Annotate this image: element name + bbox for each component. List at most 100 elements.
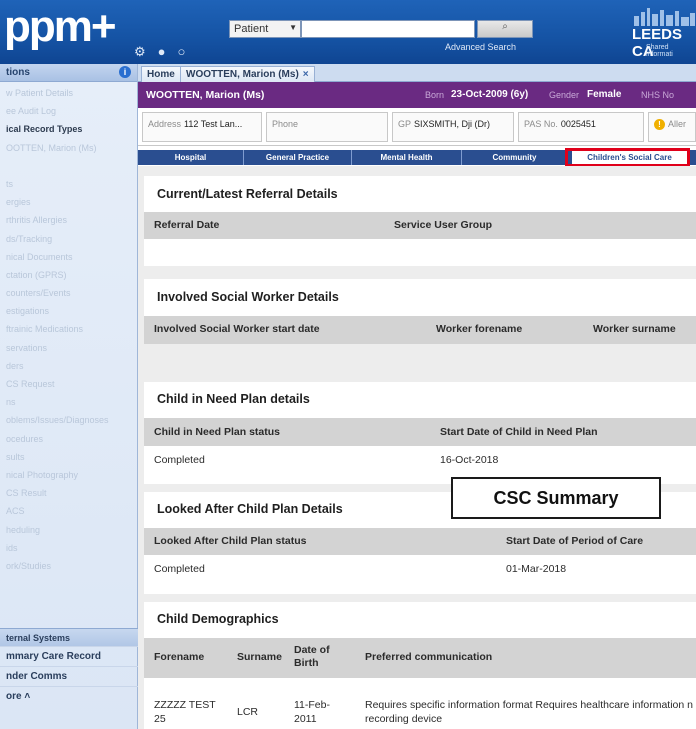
nhs-label: NHS No (641, 90, 675, 100)
gp-value: SIXSMITH, Dji (Dr) (414, 119, 491, 129)
refresh-icon[interactable]: ○ (178, 44, 186, 60)
cin-status-header: Child in Need Plan status (154, 426, 281, 438)
sidebar-item[interactable]: ork/Studies (0, 557, 137, 575)
sidebar-item-label: rthritis Allergies (6, 215, 68, 226)
sidebar-item[interactable]: estigations (0, 302, 137, 320)
alert-field[interactable]: ! Aller (648, 112, 696, 142)
demographics-title: Child Demographics (157, 612, 279, 626)
summary-care-record-link[interactable]: mmary Care Record (0, 646, 138, 666)
sidebar-item-label: nical Photography (6, 469, 79, 480)
lac-header-row: Looked After Child Plan status Start Dat… (144, 528, 696, 555)
warning-icon: ! (654, 119, 665, 130)
sidebar-item[interactable]: ids (0, 539, 137, 557)
sidebar-item[interactable]: ocedures (0, 430, 137, 448)
sidebar-item[interactable]: ACS (0, 502, 137, 520)
sidebar-item[interactable]: ftrainic Medications (0, 320, 137, 338)
search-button[interactable]: ⌕ (477, 20, 533, 38)
sidebar-item[interactable]: ctation (GPRS) (0, 266, 137, 284)
patient-name: WOOTTEN, Marion (Ms) (146, 89, 265, 101)
chevron-up-icon: ˄ (24, 691, 31, 702)
more-link-label: ore (6, 691, 22, 702)
user-icon[interactable]: ● (158, 44, 166, 60)
sidebar-item[interactable]: ns (0, 393, 137, 411)
close-icon[interactable]: × (303, 69, 309, 80)
service-user-group-header: Service User Group (394, 219, 493, 231)
sidebar-list: w Patient Details ee Audit Log ical Record… (0, 82, 137, 575)
lac-status-value: Completed (154, 563, 205, 575)
sidebar-item[interactable]: servations (0, 339, 137, 357)
sidebar-item[interactable]: w Patient Details (0, 84, 137, 102)
sidebar-item[interactable]: ds/Tracking (0, 230, 137, 248)
tab-general-practice[interactable]: General Practice (244, 150, 352, 165)
sidebar-item-label: ocedures (6, 433, 44, 444)
cin-status-value: Completed (154, 454, 205, 466)
sidebar-item-label: counters/Events (6, 288, 71, 299)
sidebar-item-label: sults (6, 451, 25, 462)
dob-header: Date of Birth (294, 644, 330, 669)
preferred-communication-value: Requires specific information format Req… (365, 699, 693, 725)
lac-status-header: Looked After Child Plan status (154, 535, 307, 547)
sidebar-item[interactable]: sults (0, 448, 137, 466)
cin-header-row: Child in Need Plan status Start Date of … (144, 418, 696, 446)
city-skyline-logo (634, 8, 695, 26)
referral-header-row: Referral Date Service User Group (144, 212, 696, 239)
sidebar-item[interactable]: nical Documents (0, 248, 137, 266)
pas-field: PAS No. 0025451 (518, 112, 644, 142)
demographics-header-row: Forename Surname Date of Birth Preferred… (144, 638, 696, 678)
sidebar-item-label: ns (6, 397, 16, 408)
sidebar-item-label: ftrainic Medications (6, 324, 84, 335)
sidebar-item[interactable]: ts (0, 175, 137, 193)
sidebar-item[interactable]: oblems/Issues/Diagnoses (0, 411, 137, 429)
settings-icon[interactable]: ⚙ (134, 44, 146, 60)
sidebar-item[interactable]: heduling (0, 521, 137, 539)
sidebar-item-label: nical Documents (6, 251, 73, 262)
sidebar-title-label: tions (6, 67, 30, 78)
sidebar-item[interactable]: ergies (0, 193, 137, 211)
tab-patient[interactable]: WOOTTEN, Marion (Ms) × (180, 66, 315, 82)
order-comms-link[interactable]: nder Comms (0, 666, 138, 686)
sidebar-item[interactable]: CS Request (0, 375, 137, 393)
sidebar-item[interactable]: ical Record Types (0, 120, 137, 138)
sidebar-item[interactable]: OOTTEN, Marion (Ms) (0, 139, 137, 157)
search-category-select[interactable]: Patient ▼ (229, 20, 301, 38)
advanced-search-link[interactable]: Advanced Search (445, 42, 516, 52)
sidebar-item-label: CS Request (6, 379, 55, 389)
address-value: 112 Test Lan... (184, 119, 243, 129)
sidebar-item[interactable] (0, 157, 137, 175)
tab-community[interactable]: Community (462, 150, 568, 165)
search-icon: ⌕ (502, 21, 508, 32)
info-icon[interactable]: i (119, 66, 131, 78)
tab-mental-health[interactable]: Mental Health (352, 150, 462, 165)
sidebar-item-label: ders (6, 360, 24, 371)
sidebar-item[interactable]: CS Result (0, 484, 137, 502)
org-subtitle: Shared informati (646, 44, 673, 58)
dob-value: 11-Feb-2011 (294, 699, 330, 725)
cin-title: Child in Need Plan details (157, 392, 310, 406)
sidebar-bottom: ternal Systems mmary Care Record nder Co… (0, 628, 138, 706)
tab-bar: Home WOOTTEN, Marion (Ms) × (138, 64, 696, 82)
chevron-down-icon: ▼ (289, 23, 297, 32)
sidebar-item[interactable]: ee Audit Log (0, 102, 137, 120)
sidebar-item-label: ork/Studies (6, 560, 52, 571)
gp-field: GP SIXSMITH, Dji (Dr) (392, 112, 514, 142)
social-worker-title: Involved Social Worker Details (157, 290, 339, 304)
patient-details: Address 112 Test Lan... Phone GP SIXSMITH,… (138, 108, 696, 146)
social-worker-header-row: Involved Social Worker start date Worker… (144, 316, 696, 344)
sidebar-item[interactable]: nical Photography (0, 466, 137, 484)
tab-hospital[interactable]: Hospital (138, 150, 244, 165)
csc-summary-callout: CSC Summary (451, 477, 661, 519)
sidebar-item-label: CS Result (6, 488, 47, 499)
sidebar-item[interactable]: counters/Events (0, 284, 137, 302)
forename-value: ZZZZZ TEST 25 (154, 699, 216, 725)
tab-home[interactable]: Home (141, 66, 181, 82)
phone-field: Phone (266, 112, 388, 142)
active-tab-highlight (565, 148, 690, 167)
lac-title: Looked After Child Plan Details (157, 502, 343, 516)
sidebar-item[interactable]: ders (0, 357, 137, 375)
sidebar-item-label: ee Audit Log (6, 106, 57, 117)
search-input[interactable] (301, 20, 475, 38)
more-link[interactable]: ore ˄ (0, 686, 138, 706)
sidebar-item[interactable]: rthritis Allergies (0, 211, 137, 229)
sidebar: tions i w Patient Details ee Audit Log ica… (0, 64, 138, 729)
referral-date-header: Referral Date (154, 219, 220, 231)
